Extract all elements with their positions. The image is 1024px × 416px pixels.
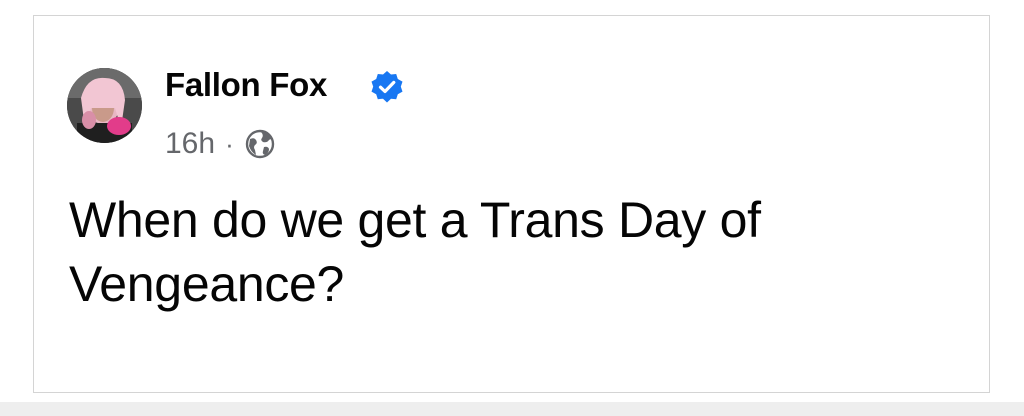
- globe-icon[interactable]: [244, 128, 276, 160]
- avatar[interactable]: [67, 68, 142, 143]
- timestamp-link[interactable]: 16h: [165, 127, 215, 161]
- post-meta: 16h ·: [165, 126, 276, 162]
- author-name[interactable]: Fallon Fox: [165, 66, 327, 104]
- verified-badge-icon: [371, 71, 403, 103]
- page-bottom-strip: [0, 402, 1024, 416]
- post-card: Fallon Fox 16h · When do we get a Trans …: [33, 15, 990, 393]
- avatar-image: [67, 68, 142, 143]
- meta-separator: ·: [225, 128, 234, 159]
- page: Fallon Fox 16h · When do we get a Trans …: [0, 0, 1024, 416]
- post-text: When do we get a Trans Day of Vengeance?: [69, 192, 761, 312]
